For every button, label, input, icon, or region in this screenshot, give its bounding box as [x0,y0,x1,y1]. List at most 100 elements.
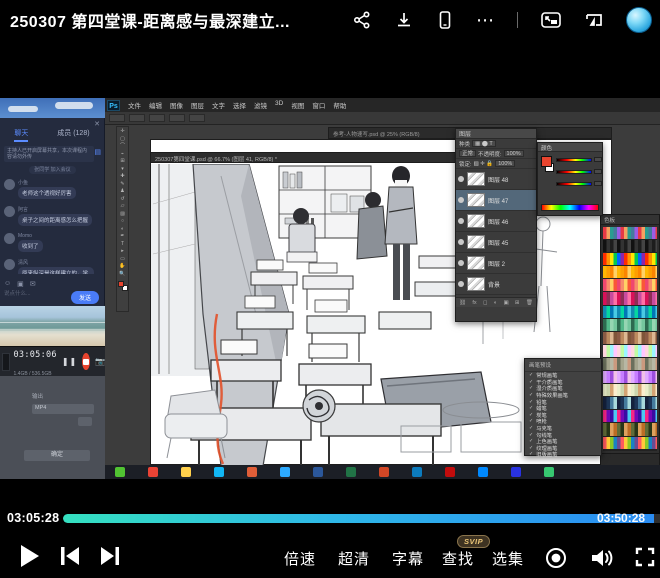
settings-confirm-button[interactable]: 确定 [24,450,90,461]
pause-icon[interactable]: ❚❚ [62,357,77,366]
layer-row[interactable]: 图层 45 [456,232,536,253]
episodes-button[interactable]: 选集 [492,548,524,569]
menu-item-图像[interactable]: 图像 [166,100,187,110]
adjustment-layer-icon[interactable]: ◐ [494,300,497,306]
audio-mode-icon[interactable] [544,546,568,575]
swatch-row[interactable] [603,279,657,292]
swatch-row[interactable] [603,410,657,423]
layer-visibility-icon[interactable] [458,281,464,287]
layer-row[interactable]: 图层 2 [456,253,536,274]
layer-effects-icon[interactable]: fx [472,300,476,306]
picture-in-picture-icon[interactable] [540,10,562,30]
dingtalk-icon[interactable] [478,467,488,477]
layer-row[interactable]: 图层 48 [456,169,536,190]
swatch-row[interactable] [603,437,657,450]
gradient-tool-icon[interactable]: ▨ [119,212,126,217]
pen-tool-icon[interactable]: ✒ [119,234,126,239]
swatch-row[interactable] [603,292,657,305]
layer-visibility-icon[interactable] [458,197,464,203]
wechat-icon[interactable] [115,467,125,477]
previous-episode-button[interactable] [58,545,82,572]
volume-icon[interactable] [589,546,615,575]
blue-slider[interactable] [556,182,592,186]
brush-menu-item[interactable]: ✓旧版画笔 [525,451,601,458]
stamp-tool-icon[interactable]: ♟ [119,189,126,194]
menu-item-滤镜[interactable]: 滤镜 [250,100,271,110]
excel-icon[interactable] [346,467,356,477]
lock-icons[interactable]: ▨ ✛ 🔒 [474,161,494,167]
chrome-icon[interactable] [148,467,158,477]
swatch-row[interactable] [603,371,657,384]
eyedropper-tool-icon[interactable]: ▾ [119,167,126,172]
foreground-color-swatch[interactable] [541,156,552,167]
fill-value[interactable]: 100% [495,160,515,167]
fullscreen-icon[interactable] [634,546,656,573]
layer-mask-icon[interactable]: ◻ [483,300,488,306]
download-icon[interactable] [394,10,414,30]
image-icon[interactable]: ▣ [17,280,24,288]
link-layers-icon[interactable]: ⛓ [459,300,466,306]
emoji-icon[interactable]: ☺ [4,280,11,288]
brush-tool-icon[interactable]: ✎ [119,182,126,187]
menu-item-文字[interactable]: 文字 [208,100,229,110]
menu-item-视图[interactable]: 视图 [287,100,308,110]
camera-icon[interactable]: 📷 [95,357,105,366]
path-select-icon[interactable]: ▸ [119,249,126,254]
opacity-box[interactable] [169,114,185,122]
blue-value-box[interactable] [594,181,602,186]
menu-item-3D[interactable]: 3D [271,100,287,110]
stop-record-button[interactable] [82,353,90,370]
layer-visibility-icon[interactable] [458,218,464,224]
quality-button[interactable]: 超清 [338,548,370,569]
menu-item-帮助[interactable]: 帮助 [329,100,350,110]
swatch-row[interactable] [603,227,657,240]
swatch-row[interactable] [603,332,657,345]
dodge-tool-icon[interactable]: ◐ [119,227,126,232]
tool-preset-box[interactable] [109,114,125,122]
zoom-tool-icon[interactable]: 🔍 [119,272,126,277]
swatch-row[interactable] [603,384,657,397]
mode-box[interactable] [149,114,165,122]
wps-icon[interactable] [247,467,257,477]
word-icon[interactable] [313,467,323,477]
layer-filter-icons[interactable]: ▦ ⬤ T [472,140,496,147]
layer-visibility-icon[interactable] [458,176,464,182]
explorer-icon[interactable] [181,467,191,477]
swatch-row[interactable] [603,345,657,358]
menu-item-选择[interactable]: 选择 [229,100,250,110]
menu-item-窗口[interactable]: 窗口 [308,100,329,110]
wand-tool-icon[interactable]: ⌁ [119,152,126,157]
photoshop-icon[interactable] [280,467,290,477]
close-icon[interactable]: ✕ [94,120,100,128]
edge-icon[interactable] [412,467,422,477]
more-icon[interactable]: ⋯ [476,15,495,25]
layer-row[interactable]: 图层 46 [456,211,536,232]
netease-icon[interactable] [445,467,455,477]
lasso-tool-icon[interactable]: ⌒ [119,144,126,149]
hand-tool-icon[interactable]: ✋ [119,264,126,269]
tab-chat[interactable]: 聊天 [14,128,28,142]
mention-icon[interactable]: ✉ [30,280,36,288]
layer-row[interactable]: 背景 [456,274,536,295]
cast-icon[interactable] [584,10,604,30]
shape-tool-icon[interactable]: ▭ [119,257,126,262]
search-button[interactable]: 查找 [442,548,474,569]
layer-visibility-icon[interactable] [458,239,464,245]
blend-mode-select[interactable]: 正常 [459,150,476,157]
foreground-background-swatch[interactable] [118,281,128,291]
move-tool-icon[interactable]: ✛ [119,129,126,134]
red-value-box[interactable] [594,157,602,162]
opacity-value[interactable]: 100% [504,150,524,157]
progress-bar[interactable] [63,514,660,523]
settings-field[interactable]: MP4 [32,404,94,414]
heal-tool-icon[interactable]: ✚ [119,174,126,179]
green-slider[interactable] [556,170,592,174]
document-tab[interactable]: 250307第四堂课.psd @ 66.7% (图层 41, RGB/8) * [150,152,462,163]
phone-icon[interactable] [436,10,454,30]
tab-members[interactable]: 成员 (128) [57,128,89,142]
layer-row[interactable]: 图层 47 [456,190,536,211]
next-episode-button[interactable] [98,545,122,572]
recorder-icon[interactable] [544,467,554,477]
swatch-row[interactable] [603,240,657,253]
blur-tool-icon[interactable]: ○ [119,219,126,224]
